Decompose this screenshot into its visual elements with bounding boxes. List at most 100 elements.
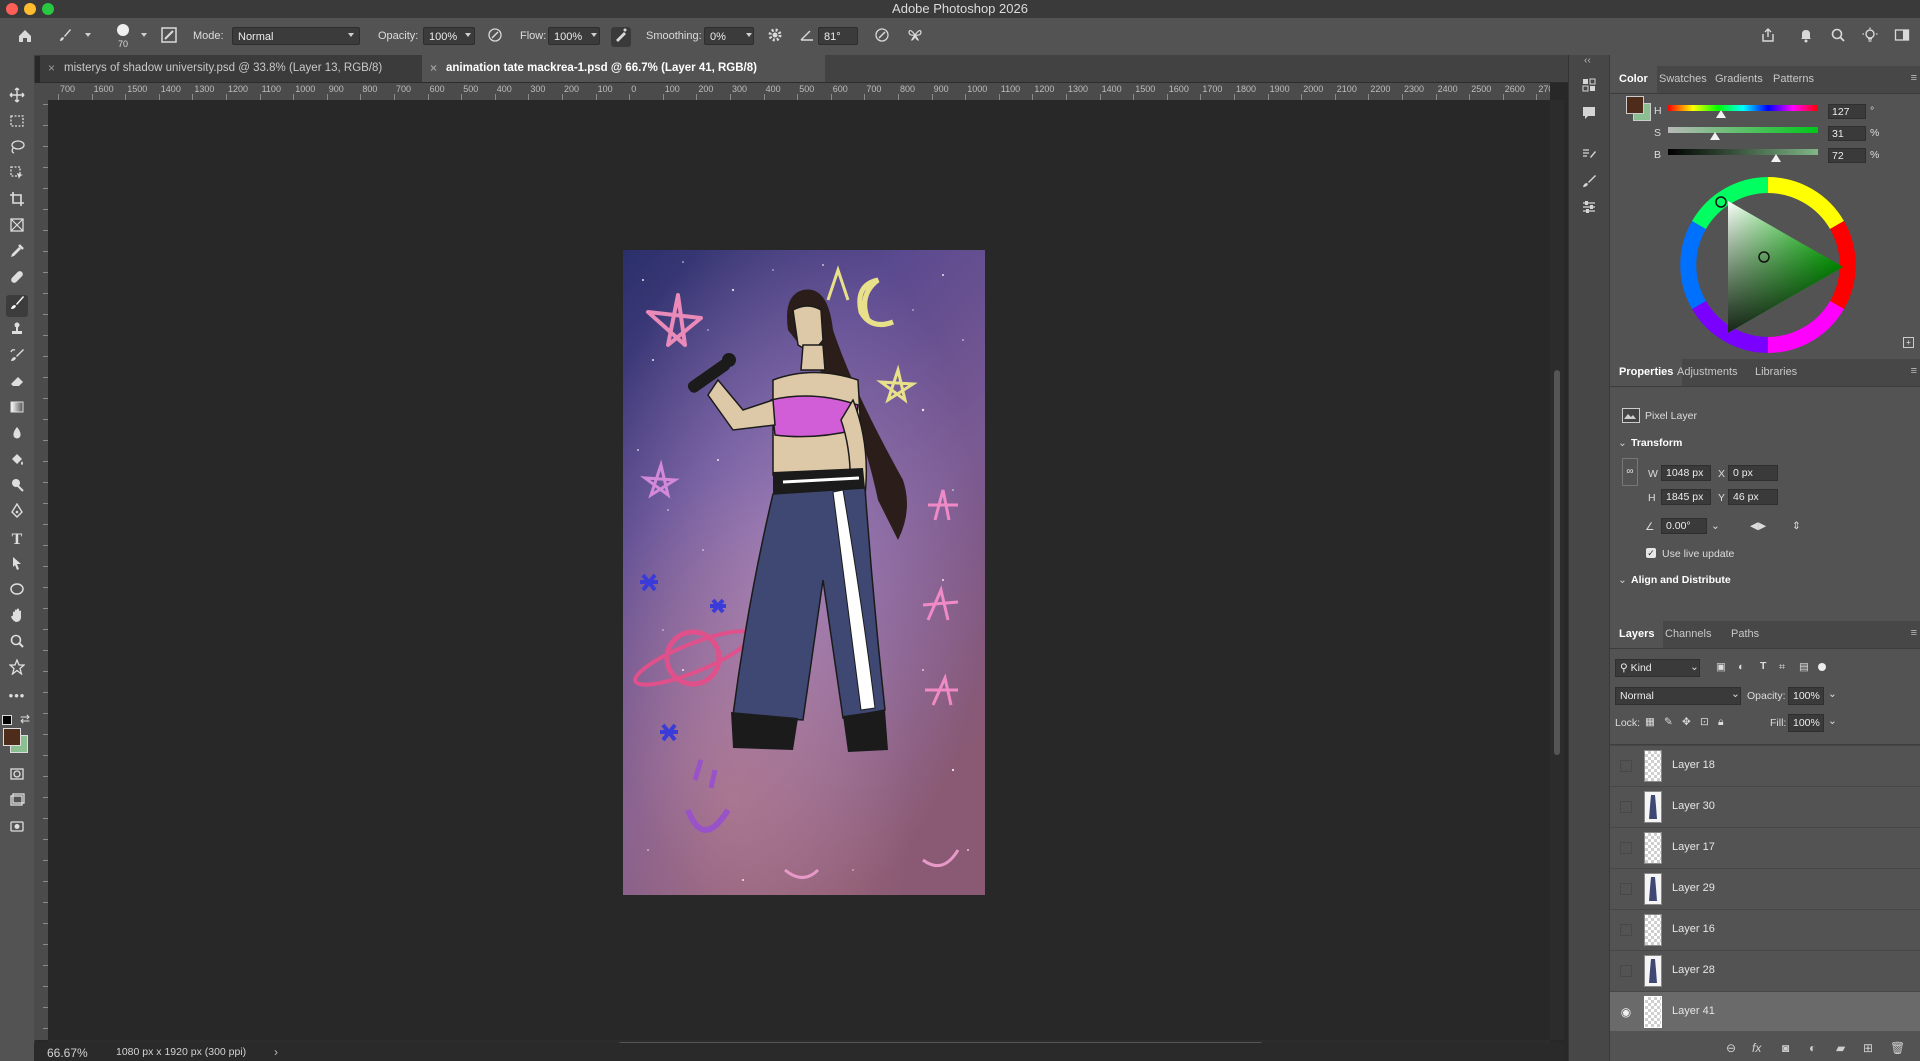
- hue-input[interactable]: 127: [1828, 104, 1866, 119]
- eye-icon[interactable]: ◉: [1620, 1006, 1632, 1018]
- flip-vertical-icon[interactable]: ⇕: [1792, 520, 1801, 532]
- link-dimensions-icon[interactable]: ∞: [1622, 458, 1638, 486]
- pen-tool-icon[interactable]: [6, 502, 28, 525]
- color-foreground-swatch[interactable]: [1626, 96, 1644, 114]
- tab-adjustments[interactable]: Adjustments: [1668, 359, 1747, 386]
- adjustments-sliders-icon[interactable]: [1579, 199, 1599, 219]
- healing-brush-tool-icon[interactable]: [6, 269, 28, 291]
- chevron-down-icon[interactable]: [746, 33, 752, 37]
- ruler-origin[interactable]: [34, 83, 48, 100]
- brush-settings-icon[interactable]: [1579, 173, 1599, 193]
- horizontal-ruler[interactable]: 700 1600 1500 1400 1300 1200 1100 1000 900 800 700…: [48, 83, 1550, 101]
- frame-tool-icon[interactable]: [6, 217, 28, 239]
- smoothing-options-gear-icon[interactable]: [765, 27, 785, 47]
- filter-shape-icon[interactable]: ⌗: [1779, 661, 1785, 674]
- chevron-down-icon[interactable]: [465, 33, 471, 37]
- new-adjustment-icon[interactable]: ◐: [1809, 1041, 1816, 1055]
- layer-row[interactable]: Layer 18: [1610, 745, 1920, 785]
- vertical-scroll-thumb[interactable]: [1554, 370, 1560, 755]
- saturation-slider-thumb[interactable]: [1709, 132, 1720, 140]
- brush-settings-panel-icon[interactable]: [159, 27, 179, 47]
- lock-pixels-brush-icon[interactable]: ✎: [1664, 716, 1673, 728]
- history-icon[interactable]: [1579, 77, 1599, 97]
- layer-row[interactable]: Layer 17: [1610, 827, 1920, 867]
- live-update-checkbox[interactable]: ✓: [1646, 548, 1656, 558]
- home-icon[interactable]: [15, 27, 35, 47]
- chevron-down-icon[interactable]: ⌄: [1690, 661, 1699, 673]
- y-input[interactable]: 46 px: [1728, 489, 1778, 505]
- chevron-down-icon[interactable]: [348, 33, 354, 37]
- close-icon[interactable]: ×: [48, 55, 55, 82]
- discover-lightbulb-icon[interactable]: [1860, 27, 1880, 47]
- x-input[interactable]: 0 px: [1728, 465, 1778, 481]
- layer-filter-select[interactable]: ⚲ Kind: [1615, 659, 1700, 677]
- visibility-toggle[interactable]: [1620, 842, 1632, 854]
- vertical-ruler[interactable]: [34, 100, 49, 1040]
- notifications-bell-icon[interactable]: [1796, 27, 1816, 47]
- tab-document-2[interactable]: × animation tate mackrea-1.psd @ 66.7% (…: [422, 55, 825, 82]
- chevron-down-icon[interactable]: ⌄: [1828, 688, 1837, 700]
- history-brush-tool-icon[interactable]: [6, 347, 28, 369]
- pressure-size-icon[interactable]: [872, 27, 892, 47]
- hue-slider-thumb[interactable]: [1715, 110, 1726, 118]
- layer-row[interactable]: ◉ Layer 41: [1610, 991, 1920, 1031]
- vertical-scrollbar[interactable]: [1550, 100, 1564, 1040]
- visibility-toggle[interactable]: [1620, 760, 1632, 772]
- tab-paths[interactable]: Paths: [1722, 621, 1768, 648]
- filter-pixel-icon[interactable]: ▣: [1716, 661, 1726, 673]
- brush-angle-input[interactable]: 81°: [818, 27, 858, 45]
- flip-horizontal-icon[interactable]: ◀▶: [1750, 520, 1766, 532]
- chevron-down-icon[interactable]: ⌄: [1711, 520, 1720, 532]
- brush-size-picker[interactable]: 70: [112, 21, 134, 51]
- zoom-window-button[interactable]: [42, 3, 54, 15]
- panel-menu-icon[interactable]: ≡: [1911, 365, 1917, 377]
- star-tool-icon[interactable]: [6, 658, 28, 681]
- chevron-right-icon[interactable]: ›: [274, 1045, 278, 1059]
- visibility-toggle[interactable]: [1620, 883, 1632, 895]
- filter-adjustment-icon[interactable]: ◐: [1738, 661, 1744, 673]
- chevron-down-icon[interactable]: [591, 33, 597, 37]
- rotation-input[interactable]: 0.00°: [1661, 518, 1707, 534]
- workspace-layout-icon[interactable]: [1892, 27, 1912, 47]
- blend-mode-select[interactable]: Normal: [1615, 687, 1741, 705]
- mode-select[interactable]: Normal: [232, 27, 360, 45]
- brightness-slider-thumb[interactable]: [1771, 154, 1781, 162]
- saturation-slider[interactable]: [1668, 127, 1818, 133]
- crop-tool-icon[interactable]: [6, 191, 28, 213]
- eyedropper-tool-icon[interactable]: [6, 243, 28, 265]
- fill-input[interactable]: 100%: [1788, 714, 1824, 732]
- layer-row[interactable]: Layer 30: [1610, 786, 1920, 826]
- move-tool-icon[interactable]: [6, 87, 28, 109]
- paint-bucket-tool-icon[interactable]: [6, 451, 28, 473]
- foreground-color-swatch[interactable]: [3, 728, 21, 746]
- panel-menu-icon[interactable]: ≡: [1911, 627, 1917, 639]
- share-icon[interactable]: [1758, 27, 1778, 47]
- marquee-tool-icon[interactable]: [6, 113, 28, 135]
- swap-colors-icon[interactable]: ⇄: [20, 712, 30, 726]
- zoom-level[interactable]: 66.67%: [47, 1046, 88, 1060]
- ellipse-tool-icon[interactable]: [6, 581, 28, 603]
- brush-tool-preset-icon[interactable]: [55, 27, 75, 47]
- comments-icon[interactable]: [1579, 105, 1599, 125]
- artwork-canvas[interactable]: [623, 250, 985, 895]
- add-mask-icon[interactable]: ◙: [1782, 1041, 1789, 1055]
- link-layers-icon[interactable]: ⊖: [1726, 1041, 1736, 1055]
- brush-presets-icon[interactable]: [1579, 147, 1599, 167]
- collapse-arrows-icon[interactable]: ‹‹: [1584, 55, 1591, 66]
- tab-libraries[interactable]: Libraries: [1746, 359, 1806, 386]
- lock-all-icon[interactable]: 🔒︎: [1718, 716, 1724, 729]
- close-window-button[interactable]: [6, 3, 18, 15]
- new-group-folder-icon[interactable]: ▰: [1836, 1041, 1845, 1055]
- new-layer-icon[interactable]: ⊞: [1863, 1041, 1873, 1055]
- eraser-tool-icon[interactable]: [6, 373, 28, 395]
- path-selection-tool-icon[interactable]: [6, 555, 28, 577]
- panel-menu-icon[interactable]: ≡: [1911, 72, 1917, 84]
- tab-document-1[interactable]: × misterys of shadow university.psd @ 33…: [40, 55, 422, 82]
- saturation-input[interactable]: 31: [1828, 126, 1866, 141]
- search-icon[interactable]: [1828, 27, 1848, 47]
- dodge-tool-icon[interactable]: [6, 477, 28, 499]
- type-tool-icon[interactable]: T: [6, 529, 28, 551]
- chevron-down-icon[interactable]: ⌄: [1618, 574, 1627, 586]
- tab-channels[interactable]: Channels: [1656, 621, 1720, 648]
- tab-gradients[interactable]: Gradients: [1706, 66, 1772, 93]
